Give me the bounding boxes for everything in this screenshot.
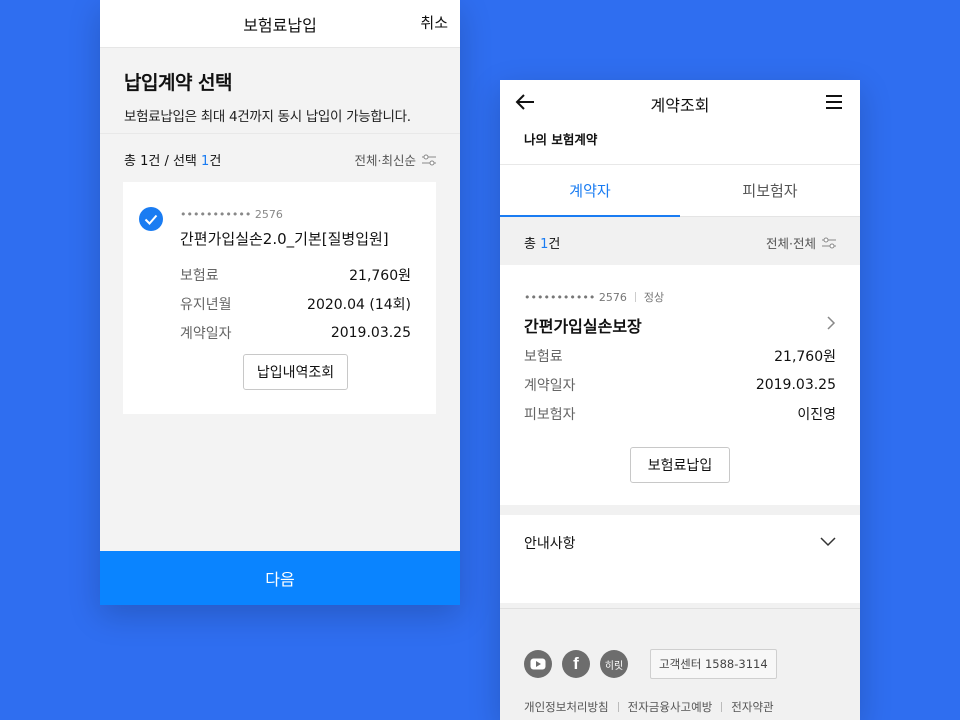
tab-bar: 계약자 피보험자 <box>500 165 860 217</box>
section-description: 보험료납입은 최대 4건까지 동시 납입이 가능합니다. <box>124 109 411 125</box>
premium-payment-screen: 보험료납입 취소 납입계약 선택 보험료납입은 최대 4건까지 동시 납입이 가… <box>100 0 460 605</box>
divider <box>721 702 723 712</box>
detail-label: 피보험자 <box>524 406 576 423</box>
divider <box>634 292 636 302</box>
detail-value: 이진영 <box>797 406 836 423</box>
hirit-label: 히릿 <box>604 660 624 672</box>
heading-area: 납입계약 선택 보험료납입은 최대 4건까지 동시 납입이 가능합니다. <box>100 48 460 134</box>
detail-row: 계약일자 2019.03.25 <box>180 318 411 347</box>
account-number: ••••••••••• 2576 <box>524 290 627 304</box>
detail-value: 2019.03.25 <box>755 376 836 393</box>
filter-icon <box>822 237 836 248</box>
header: 계약조회 <box>500 80 860 128</box>
count-prefix: 총 1건 / 선택 <box>124 154 202 169</box>
detail-label: 보험료 <box>180 267 219 284</box>
detail-value: 2019.03.25 <box>330 324 411 341</box>
contract-inquiry-screen: 계약조회 나의 보험계약 계약자 피보험자 총 1건 전체·전체 •••••••… <box>500 80 860 720</box>
electronic-terms-link[interactable]: 전자약관 <box>731 699 773 715</box>
count-suffix: 건 <box>548 237 561 252</box>
detail-value: 2020.04 (14회) <box>307 296 411 313</box>
next-button[interactable]: 다음 <box>100 551 460 605</box>
detail-label: 유지년월 <box>180 296 232 313</box>
youtube-icon[interactable] <box>524 650 552 678</box>
contract-details: 보험료 21,760원 계약일자 2019.03.25 피보험자 이진영 <box>524 341 836 428</box>
count-suffix: 건 <box>209 154 222 169</box>
customer-center-button[interactable]: 고객센터 1588-3114 <box>650 649 777 679</box>
notice-label: 안내사항 <box>524 536 576 552</box>
detail-row: 보험료 21,760원 <box>180 260 411 289</box>
notice-accordion[interactable]: 안내사항 <box>500 515 860 603</box>
selection-count: 총 1건 / 선택 1건 <box>124 150 221 169</box>
sort-filter[interactable]: 전체·전체 <box>766 233 836 252</box>
chevron-down-icon <box>820 537 836 547</box>
footer: f 히릿 고객센터 1588-3114 개인정보처리방침 전자금융사고예방 전자… <box>500 608 860 720</box>
hirit-icon[interactable]: 히릿 <box>600 650 628 678</box>
page-title: 보험료납입 <box>243 16 317 35</box>
count-bar: 총 1건 전체·전체 <box>500 217 860 265</box>
detail-row: 피보험자 이진영 <box>524 399 836 428</box>
detail-label: 계약일자 <box>524 377 576 394</box>
detail-value: 21,760원 <box>774 348 836 365</box>
footer-links: 개인정보처리방침 전자금융사고예방 전자약관 <box>524 699 774 715</box>
detail-label: 보험료 <box>524 348 563 365</box>
status-badge: 정상 <box>643 291 665 304</box>
filter-icon <box>422 154 436 165</box>
detail-row: 유지년월 2020.04 (14회) <box>180 289 411 318</box>
product-name: 간편가입실손2.0_기본[질병입원] <box>180 230 389 248</box>
privacy-policy-link[interactable]: 개인정보처리방침 <box>524 699 609 715</box>
pay-premium-button[interactable]: 보험료납입 <box>630 447 730 483</box>
contract-details: 보험료 21,760원 유지년월 2020.04 (14회) 계약일자 2019.03… <box>180 260 411 347</box>
page-title: 계약조회 <box>650 96 710 115</box>
count-bar: 총 1건 / 선택 1건 전체·최신순 <box>100 134 460 180</box>
tab-insured[interactable]: 피보험자 <box>680 165 860 216</box>
contract-count: 총 1건 <box>524 233 560 252</box>
contract-card: ••••••••••• 2576 정상 간편가입실손보장 보험료 21,760원 … <box>500 265 860 505</box>
divider <box>617 702 619 712</box>
fraud-prevention-link[interactable]: 전자금융사고예방 <box>628 699 713 715</box>
hamburger-menu-icon[interactable] <box>825 95 843 109</box>
contract-meta: ••••••••••• 2576 정상 <box>524 289 664 305</box>
social-links: f 히릿 고객센터 1588-3114 <box>524 649 777 679</box>
detail-row: 계약일자 2019.03.25 <box>524 370 836 399</box>
account-number: ••••••••••• 2576 <box>180 208 283 221</box>
facebook-icon[interactable]: f <box>562 650 590 678</box>
count-prefix: 총 <box>524 237 541 252</box>
product-name[interactable]: 간편가입실손보장 <box>524 313 642 337</box>
contract-card[interactable]: ••••••••••• 2576 간편가입실손2.0_기본[질병입원] 보험료 2… <box>123 182 436 414</box>
detail-row: 보험료 21,760원 <box>524 341 836 370</box>
detail-label: 계약일자 <box>180 325 232 342</box>
tab-policyholder[interactable]: 계약자 <box>500 165 680 217</box>
checkmark-icon[interactable] <box>139 207 163 231</box>
section-subtitle: 나의 보험계약 <box>500 128 860 165</box>
chevron-right-icon[interactable] <box>826 315 836 331</box>
cancel-button[interactable]: 취소 <box>420 12 448 33</box>
detail-value: 21,760원 <box>349 267 411 284</box>
header: 보험료납입 취소 <box>100 0 460 48</box>
sort-label: 전체·전체 <box>766 236 816 251</box>
sort-label: 전체·최신순 <box>354 153 416 168</box>
sort-filter[interactable]: 전체·최신순 <box>355 150 436 169</box>
section-heading: 납입계약 선택 <box>124 72 233 94</box>
payment-history-button[interactable]: 납입내역조회 <box>243 354 348 390</box>
